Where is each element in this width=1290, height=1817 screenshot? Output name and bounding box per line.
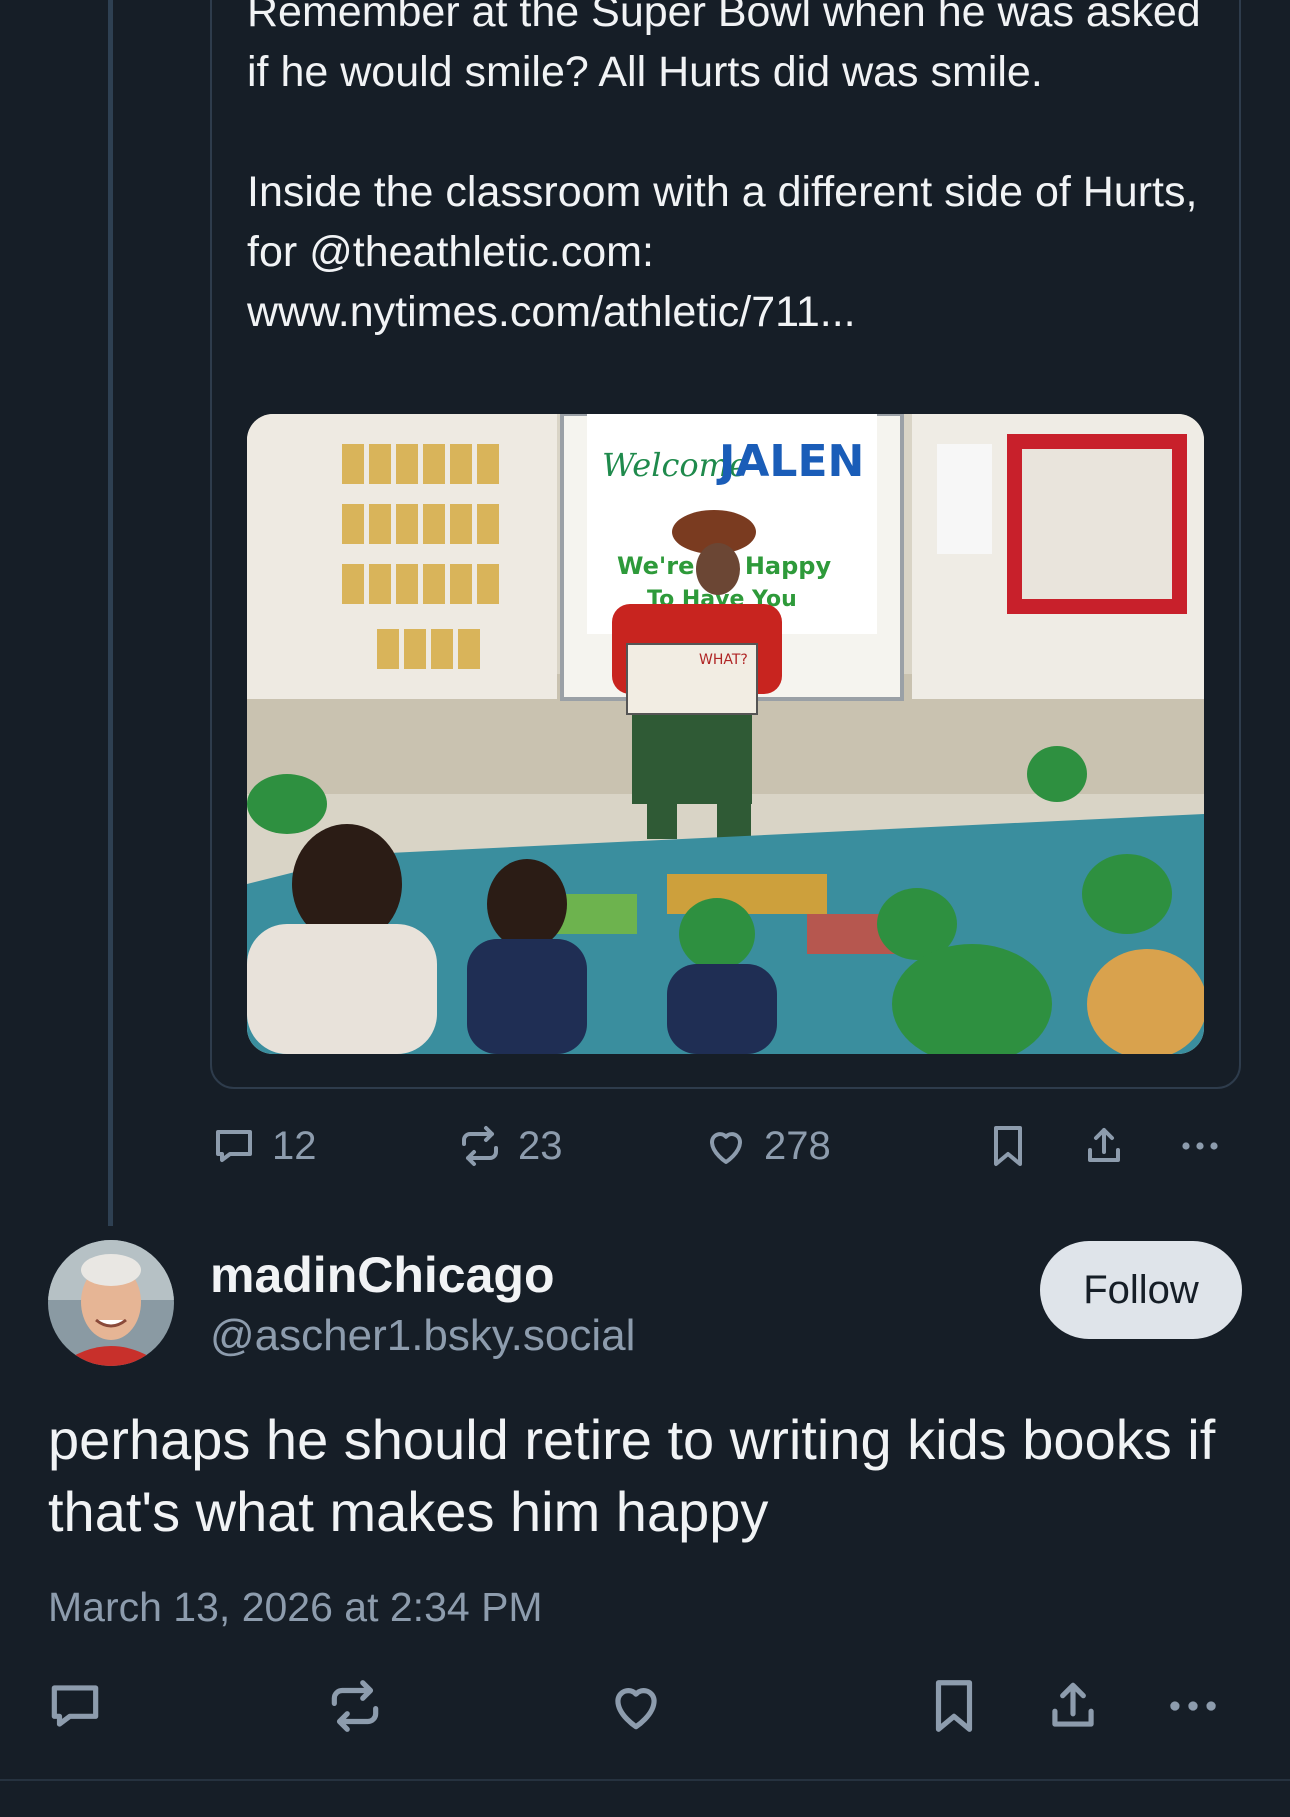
repost-icon [462,1126,498,1166]
more-options-button[interactable] [1162,1675,1224,1737]
quote-share-button[interactable] [1080,1122,1128,1170]
share-icon [1088,1128,1120,1162]
book-title-text: WHAT? [699,652,748,668]
repost-button[interactable] [324,1675,386,1737]
avatar[interactable] [48,1240,174,1366]
quote-reply-button[interactable]: 12 [210,1122,317,1170]
author-display-name[interactable]: madinChicago [210,1246,554,1304]
quoted-post-text: Remember at the Super Bowl when he was a… [247,0,1201,336]
bookmark-icon [935,1680,973,1732]
divider [0,1779,1290,1781]
avatar-photo [48,1240,174,1366]
share-icon [1052,1682,1094,1727]
quote-bookmark-button[interactable] [984,1122,1032,1170]
like-count: 278 [764,1123,831,1168]
reply-count: 12 [272,1123,317,1168]
bookmark-icon [994,1126,1022,1166]
repost-count: 23 [518,1123,563,1168]
more-icon [1170,1701,1216,1711]
quote-like-button[interactable]: 278 [702,1122,831,1170]
repost-icon [331,1680,379,1732]
like-icon [615,1688,657,1730]
author-handle[interactable]: @ascher1.bsky.social [210,1311,635,1361]
quote-more-button[interactable] [1176,1122,1224,1170]
share-button[interactable] [1042,1675,1104,1737]
bookmark-button[interactable] [923,1675,985,1737]
quoted-post-image[interactable]: Welcome JALEN We're So Happy To Have You… [247,414,1204,1054]
follow-button[interactable]: Follow [1040,1241,1242,1339]
reply-icon [51,1685,99,1727]
post-timestamp: March 13, 2026 at 2:34 PM [48,1584,543,1630]
like-icon [710,1132,742,1164]
reply-icon [216,1130,252,1162]
quote-repost-button[interactable]: 23 [456,1122,563,1170]
board-name-text: JALEN [716,436,864,487]
like-button[interactable] [605,1675,667,1737]
thread-connector-line [108,0,113,1226]
more-icon [1182,1142,1218,1150]
reply-button[interactable] [44,1675,106,1737]
post-thread-view: Remember at the Super Bowl when he was a… [0,0,1290,1817]
classroom-photo: Welcome JALEN We're So Happy To Have You… [247,414,1204,1054]
post-text: perhaps he should retire to writing kids… [48,1408,1216,1543]
